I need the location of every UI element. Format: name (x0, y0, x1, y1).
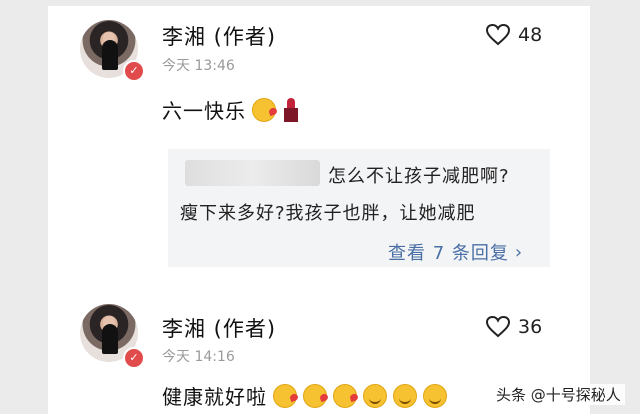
verified-badge-icon: ✓ (123, 347, 145, 369)
kiss-emoji-icon (303, 383, 327, 408)
view-replies-label: 查看 7 条回复 (388, 243, 509, 264)
heart-icon (486, 24, 510, 46)
watermark: 头条 @十号探秘人 (492, 384, 625, 405)
like-button[interactable]: 36 (486, 316, 542, 338)
comment-time: 今天 13:46 (162, 58, 235, 74)
like-count: 48 (518, 24, 543, 46)
comment-text: 六一快乐 (162, 95, 302, 124)
verified-badge-icon: ✓ (123, 60, 145, 82)
chevron-right-icon: › (514, 241, 524, 263)
like-count: 36 (518, 316, 543, 338)
smile-emoji-icon (423, 383, 447, 408)
comment-text-label: 健康就好啦 (162, 385, 267, 409)
avatar-figure (102, 40, 118, 70)
reply-line-2: 瘦下来多好?我孩子也胖，让她减肥 (180, 203, 476, 224)
avatar-figure (102, 324, 118, 354)
like-button[interactable]: 48 (486, 24, 542, 46)
wink-emoji-icon (252, 97, 276, 122)
smile-emoji-icon (393, 383, 417, 408)
redacted-username (185, 160, 320, 186)
heart-icon (486, 316, 510, 338)
view-replies-link[interactable]: 查看 7 条回复 › (388, 239, 523, 265)
lipstick-emoji-icon (282, 97, 302, 122)
author-name[interactable]: 李湘 (作者) (162, 313, 276, 343)
kiss-emoji-icon (273, 383, 297, 408)
comment-text: 健康就好啦 (162, 381, 447, 410)
author-name[interactable]: 李湘 (作者) (162, 21, 276, 51)
kiss-emoji-icon (333, 383, 357, 408)
comment-time: 今天 14:16 (162, 349, 235, 365)
smile-emoji-icon (363, 383, 387, 408)
reply-line-1: 怎么不让孩子减肥啊? (328, 166, 510, 187)
comment-text-label: 六一快乐 (162, 99, 246, 123)
